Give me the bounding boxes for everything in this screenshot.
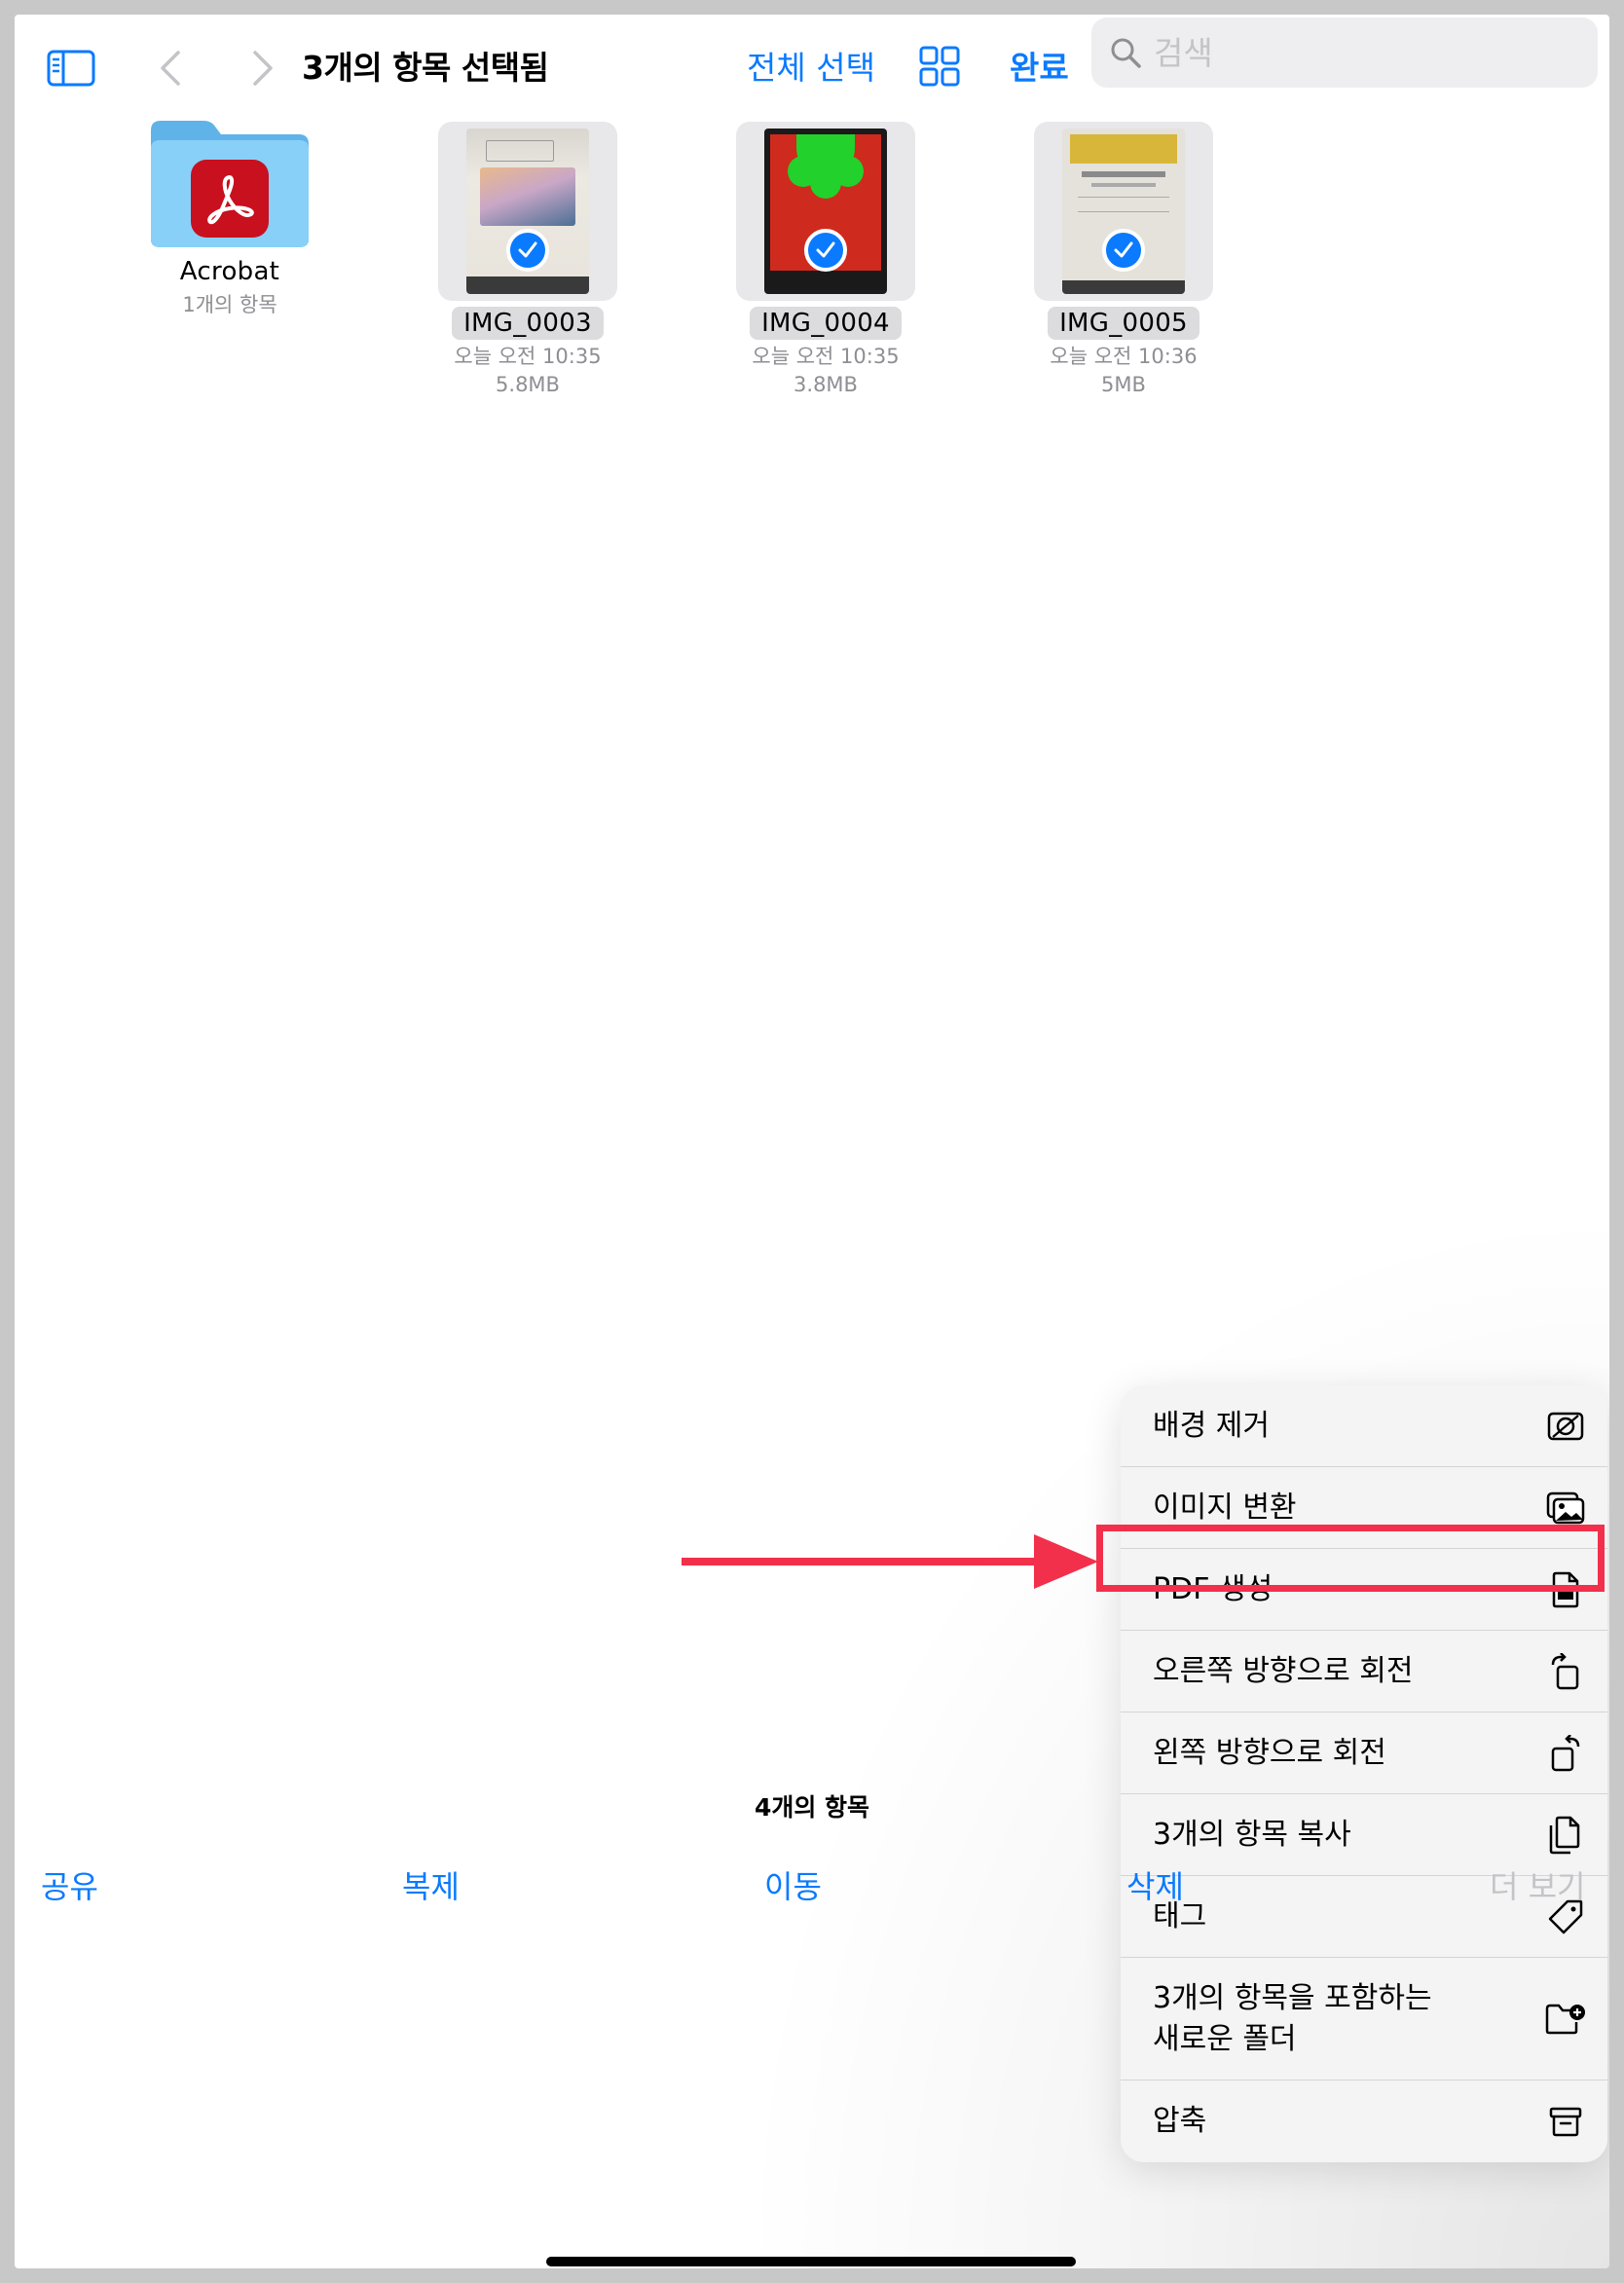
thumbnail xyxy=(1034,122,1213,301)
sidebar-icon xyxy=(47,50,95,87)
file-name: Acrobat xyxy=(179,257,280,286)
file-date: 오늘 오전 10:35 xyxy=(454,345,602,368)
home-indicator xyxy=(546,2257,1076,2266)
selected-checkmark-icon xyxy=(506,229,549,272)
file-item-img-0005[interactable]: IMG_0005 오늘 오전 10:36 5MB xyxy=(1012,122,1236,396)
menu-item-label: 왼쪽 방향으로 회전 xyxy=(1153,1735,1386,1770)
chevron-right-icon xyxy=(253,51,273,86)
menu-item-label-line1: 3개의 항목을 포함하는 xyxy=(1153,1980,1432,2015)
menu-item-remove-background[interactable]: 배경 제거 xyxy=(1121,1385,1607,1466)
forward-button[interactable] xyxy=(239,44,287,92)
menu-item-create-pdf[interactable]: PDF 생성 xyxy=(1121,1549,1607,1630)
menu-item-label: 이미지 변환 xyxy=(1153,1490,1297,1525)
menu-item-new-folder-with-items[interactable]: 3개의 항목을 포함하는 새로운 폴더 xyxy=(1121,1958,1607,2080)
file-size: 3.8MB xyxy=(794,373,858,397)
page-title: 3개의 항목 선택됨 xyxy=(302,49,549,87)
search-field[interactable] xyxy=(1091,18,1598,88)
back-button[interactable] xyxy=(146,44,195,92)
file-meta: 1개의 항목 xyxy=(182,293,277,316)
pdf-document-icon xyxy=(1545,1569,1586,1610)
file-name: IMG_0004 xyxy=(750,307,902,340)
menu-item-rotate-left[interactable]: 왼쪽 방향으로 회전 xyxy=(1121,1712,1607,1793)
files-app-screen: 3개의 항목 선택됨 전체 선택 완료 검색 Acrobat 1개의 항목 IM… xyxy=(15,15,1609,2268)
file-date: 오늘 오전 10:35 xyxy=(752,345,900,368)
file-name: IMG_0005 xyxy=(1048,307,1200,340)
menu-item-label: 압축 xyxy=(1153,2104,1207,2138)
menu-item-label-line2: 새로운 폴더 xyxy=(1153,2021,1297,2056)
folder-item-acrobat[interactable]: Acrobat 1개의 항목 xyxy=(118,97,342,316)
share-button[interactable]: 공유 xyxy=(41,1862,98,1907)
menu-item-compress[interactable]: 압축 xyxy=(1121,2080,1607,2162)
thumbnail xyxy=(438,122,617,301)
annotation-arrow-icon xyxy=(682,1534,1098,1589)
selected-checkmark-icon xyxy=(804,229,847,272)
remove-background-icon xyxy=(1545,1406,1586,1447)
file-size: 5.8MB xyxy=(496,373,560,397)
selected-checkmark-icon xyxy=(1102,229,1145,272)
more-button[interactable]: 더 보기 xyxy=(1490,1862,1586,1907)
thumbnail xyxy=(736,122,915,301)
archive-box-icon xyxy=(1545,2101,1586,2142)
menu-item-label: PDF 생성 xyxy=(1153,1571,1273,1606)
duplicate-button[interactable]: 복제 xyxy=(402,1862,460,1907)
file-item-img-0004[interactable]: IMG_0004 오늘 오전 10:35 3.8MB xyxy=(714,122,938,396)
delete-button[interactable]: 삭제 xyxy=(1126,1862,1184,1907)
acrobat-logo-icon xyxy=(191,160,269,238)
grid-view-icon xyxy=(919,46,960,87)
folder-icon xyxy=(147,119,313,249)
select-all-button[interactable]: 전체 선택 xyxy=(747,42,875,89)
menu-item-label: 3개의 항목을 포함하는 새로운 폴더 xyxy=(1153,1978,1432,2060)
menu-item-label: 배경 제거 xyxy=(1153,1408,1270,1443)
menu-item-label: 오른쪽 방향으로 회전 xyxy=(1153,1653,1414,1688)
search-icon xyxy=(1111,38,1141,68)
sidebar-toggle-button[interactable] xyxy=(44,44,98,92)
rotate-right-icon xyxy=(1545,1651,1586,1692)
menu-item-convert-image[interactable]: 이미지 변환 xyxy=(1121,1467,1607,1548)
menu-item-rotate-right[interactable]: 오른쪽 방향으로 회전 xyxy=(1121,1631,1607,1712)
new-folder-icon xyxy=(1545,1999,1586,2040)
search-input[interactable] xyxy=(1154,33,1563,72)
view-mode-button[interactable] xyxy=(915,42,964,91)
convert-image-icon xyxy=(1545,1488,1586,1528)
done-button[interactable]: 완료 xyxy=(1010,42,1069,89)
bottom-toolbar: 공유 복제 이동 삭제 더 보기 xyxy=(15,1845,1609,1933)
move-button[interactable]: 이동 xyxy=(764,1862,822,1907)
file-size: 5MB xyxy=(1101,373,1146,397)
quick-actions-menu: 배경 제거 이미지 변환 PDF 생성 오른쪽 방향으로 회전 왼쪽 방향으로 … xyxy=(1121,1385,1607,2162)
file-item-img-0003[interactable]: IMG_0003 오늘 오전 10:35 5.8MB xyxy=(416,122,640,396)
file-date: 오늘 오전 10:36 xyxy=(1050,345,1198,368)
file-name: IMG_0003 xyxy=(452,307,604,340)
chevron-left-icon xyxy=(161,51,180,86)
rotate-left-icon xyxy=(1545,1733,1586,1774)
